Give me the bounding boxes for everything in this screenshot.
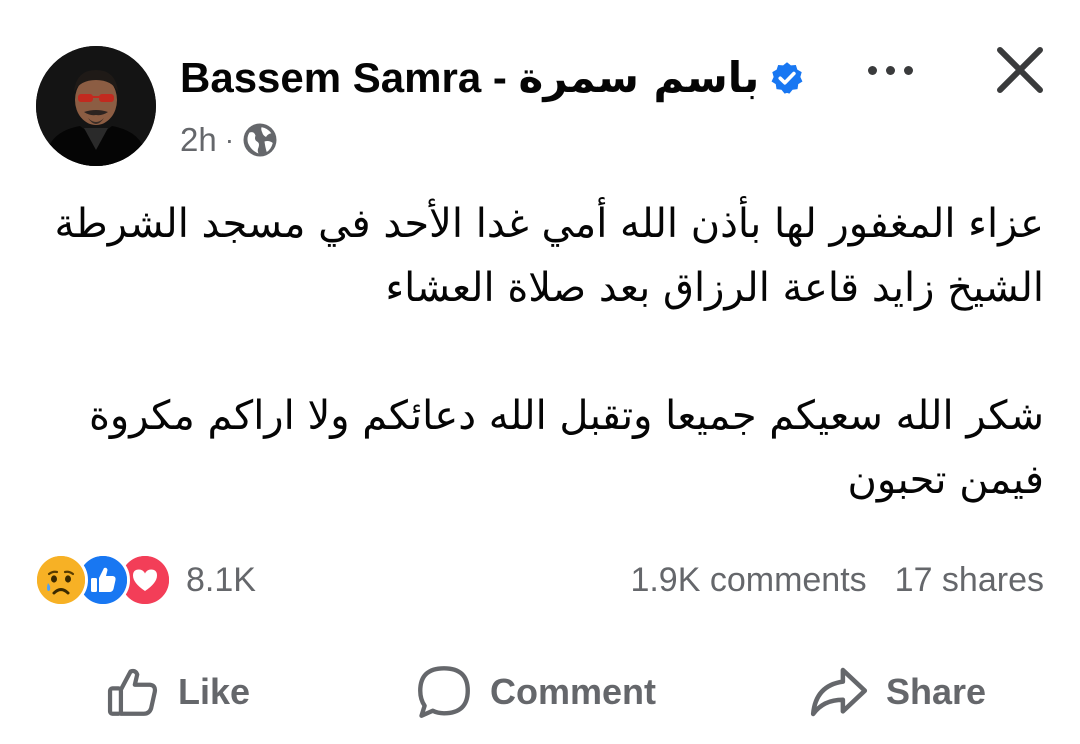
- post-time[interactable]: 2h: [180, 121, 217, 159]
- author-name[interactable]: Bassem Samra - باسم سمرة: [180, 52, 805, 104]
- post-text-line: الشيخ زايد قاعة الرزاق بعد صلاة العشاء: [385, 265, 1044, 311]
- reactions-summary[interactable]: 8.1K: [34, 553, 256, 607]
- share-button[interactable]: Share: [808, 660, 986, 724]
- author-name-arabic: باسم سمرة: [518, 53, 760, 102]
- verified-badge-icon: [771, 62, 803, 94]
- close-icon: [997, 47, 1043, 93]
- meta-separator: ·: [224, 124, 235, 155]
- author-avatar[interactable]: [36, 46, 156, 166]
- share-label: Share: [886, 671, 987, 712]
- post-body: عزاء المغفور لها بأذن الله أمي غدا الأحد…: [44, 192, 1044, 512]
- post-text-line: شكر الله سعيكم جميعا وتقبل الله دعائكم و…: [88, 393, 1044, 439]
- comment-label: Comment: [490, 671, 657, 712]
- post-text-line: عزاء المغفور لها بأذن الله أمي غدا الأحد…: [54, 201, 1044, 247]
- globe-icon[interactable]: [242, 122, 278, 158]
- comment-bubble-icon: [418, 666, 470, 718]
- post-meta: 2h ·: [180, 118, 278, 162]
- comment-button[interactable]: Comment: [414, 660, 656, 724]
- sad-reaction-icon: [34, 553, 88, 607]
- avatar-photo: [36, 46, 156, 166]
- post-stats: 1.9K comments 17 shares: [630, 556, 1044, 604]
- more-dot-icon: [885, 65, 895, 75]
- more-options-button[interactable]: [855, 48, 925, 92]
- like-label: Like: [178, 671, 251, 712]
- thumbs-up-icon: [107, 668, 158, 716]
- reaction-count: 8.1K: [186, 560, 256, 599]
- more-dot-icon: [867, 65, 877, 75]
- comments-count-link[interactable]: 1.9K comments: [630, 561, 866, 600]
- post-text-line: فيمن تحبون: [847, 457, 1044, 503]
- close-button[interactable]: [990, 40, 1050, 100]
- facebook-post: Bassem Samra - باسم سمرة 2h · عزاء المغف…: [0, 0, 1080, 744]
- shares-count-link[interactable]: 17 shares: [895, 561, 1044, 600]
- like-button[interactable]: Like: [104, 660, 250, 724]
- author-name-latin: Bassem Samra -: [180, 54, 519, 101]
- more-dot-icon: [903, 65, 913, 75]
- share-arrow-icon: [810, 667, 868, 717]
